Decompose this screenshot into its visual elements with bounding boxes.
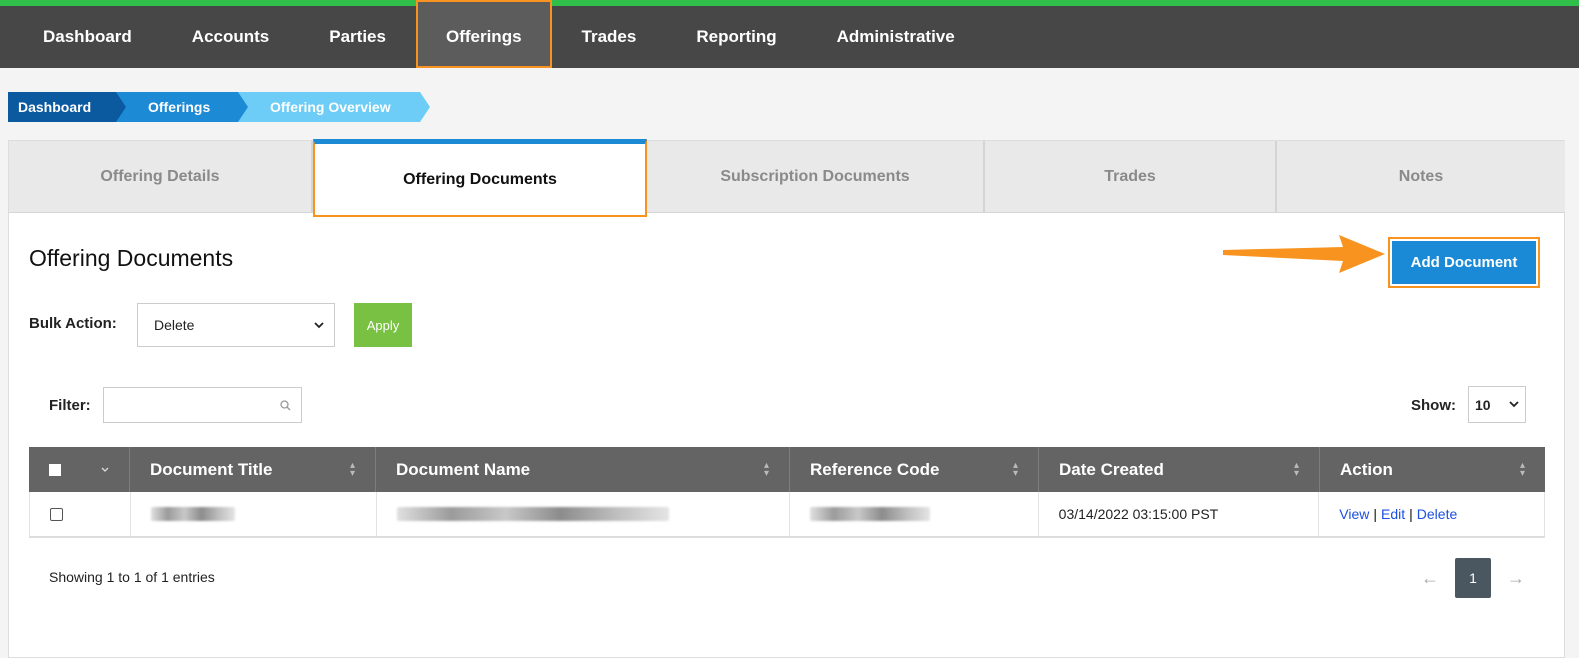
- sort-icon: ▴ ▾: [1293, 459, 1299, 479]
- nav-accounts[interactable]: Accounts: [162, 6, 299, 68]
- document-name-cell: [377, 492, 790, 536]
- offering-panel: Offering Details Offering Documents Subs…: [8, 139, 1565, 658]
- add-document-highlight: Add Document: [1388, 237, 1540, 288]
- nav-parties[interactable]: Parties: [299, 6, 416, 68]
- nav-administrative[interactable]: Administrative: [807, 6, 985, 68]
- chevron-down-icon: [314, 321, 324, 328]
- document-title-cell: [131, 492, 377, 536]
- view-link[interactable]: View: [1339, 506, 1369, 522]
- tab-trades[interactable]: Trades: [985, 141, 1277, 213]
- sort-icon: ▴ ▾: [1012, 459, 1018, 479]
- row-checkbox[interactable]: [50, 507, 63, 521]
- prev-page-button[interactable]: ←: [1421, 568, 1439, 589]
- apply-button[interactable]: Apply: [354, 303, 412, 347]
- row-select-cell: [30, 492, 131, 536]
- page-1-button[interactable]: 1: [1455, 558, 1491, 598]
- action-separator: |: [1373, 506, 1378, 522]
- nav-reporting[interactable]: Reporting: [666, 6, 806, 68]
- header-label: Document Name: [396, 459, 531, 479]
- nav-offerings[interactable]: Offerings: [415, 0, 552, 68]
- nav-trades[interactable]: Trades: [552, 6, 667, 68]
- action-separator: |: [1409, 506, 1413, 522]
- date-created-cell: 03/14/2022 03:15:00 PST: [1039, 492, 1320, 536]
- page-size-value: 10: [1475, 396, 1491, 413]
- table-header: Document Title ▴ ▾ Document Name ▴ ▾ Refer…: [29, 447, 1545, 492]
- next-page-button[interactable]: →: [1507, 568, 1525, 589]
- select-all-checkbox[interactable]: [49, 463, 61, 476]
- pagination: ← 1 →: [1421, 558, 1525, 598]
- page-title: Offering Documents: [29, 245, 234, 271]
- breadcrumb: Dashboard Offerings Offering Overview: [8, 92, 430, 122]
- page-size-select[interactable]: 10: [1468, 386, 1526, 423]
- header-document-title[interactable]: Document Title ▴ ▾: [130, 447, 376, 492]
- select-all-header: [29, 447, 130, 492]
- edit-link[interactable]: Edit: [1381, 506, 1405, 522]
- show-label: Show:: [1411, 397, 1456, 414]
- action-cell: View | Edit | Delete: [1319, 492, 1544, 536]
- header-label: Action: [1340, 459, 1393, 479]
- entries-summary: Showing 1 to 1 of 1 entries: [49, 569, 215, 585]
- redacted-text: [150, 507, 235, 521]
- header-action[interactable]: Action ▴ ▾: [1320, 447, 1545, 492]
- tab-bar: Offering Details Offering Documents Subs…: [9, 139, 1565, 217]
- tab-subscription-documents[interactable]: Subscription Documents: [647, 141, 985, 213]
- sort-icon: ▴ ▾: [1519, 459, 1525, 479]
- top-nav: Dashboard Accounts Parties Offerings Tra…: [0, 0, 1579, 68]
- chevron-down-icon: [1509, 401, 1519, 408]
- delete-link[interactable]: Delete: [1417, 506, 1457, 522]
- breadcrumb-dashboard[interactable]: Dashboard: [8, 92, 126, 122]
- bulk-action-label: Bulk Action:: [29, 315, 117, 332]
- header-label: Date Created: [1059, 459, 1164, 479]
- header-label: Reference Code: [810, 459, 940, 479]
- search-icon: [280, 400, 291, 411]
- filter-field: [103, 387, 302, 423]
- redacted-text: [809, 507, 930, 521]
- header-label: Document Title: [150, 459, 273, 479]
- tab-offering-documents[interactable]: Offering Documents: [313, 139, 647, 217]
- nav-dashboard[interactable]: Dashboard: [0, 6, 162, 68]
- table-row: 03/14/2022 03:15:00 PST View | Edit | De…: [29, 492, 1545, 538]
- tab-offering-details[interactable]: Offering Details: [9, 141, 313, 213]
- reference-code-cell: [790, 492, 1039, 536]
- header-document-name[interactable]: Document Name ▴ ▾: [376, 447, 790, 492]
- sort-icon: ▴ ▾: [763, 459, 769, 479]
- documents-table: Document Title ▴ ▾ Document Name ▴ ▾ Refer…: [29, 447, 1545, 538]
- tab-notes[interactable]: Notes: [1277, 141, 1565, 213]
- filter-input[interactable]: [104, 388, 274, 422]
- chevron-down-icon[interactable]: [101, 467, 109, 472]
- filter-label: Filter:: [49, 397, 91, 414]
- breadcrumb-offerings[interactable]: Offerings: [116, 92, 248, 122]
- header-date-created[interactable]: Date Created ▴ ▾: [1039, 447, 1320, 492]
- orange-arrow-icon: [1223, 235, 1385, 273]
- header-reference-code[interactable]: Reference Code ▴ ▾: [790, 447, 1039, 492]
- bulk-action-value: Delete: [154, 317, 195, 333]
- bulk-action-select[interactable]: Delete: [137, 303, 335, 347]
- breadcrumb-offering-overview: Offering Overview: [238, 92, 430, 122]
- redacted-text: [396, 507, 669, 521]
- sort-icon: ▴ ▾: [349, 459, 355, 479]
- add-document-button[interactable]: Add Document: [1392, 241, 1536, 284]
